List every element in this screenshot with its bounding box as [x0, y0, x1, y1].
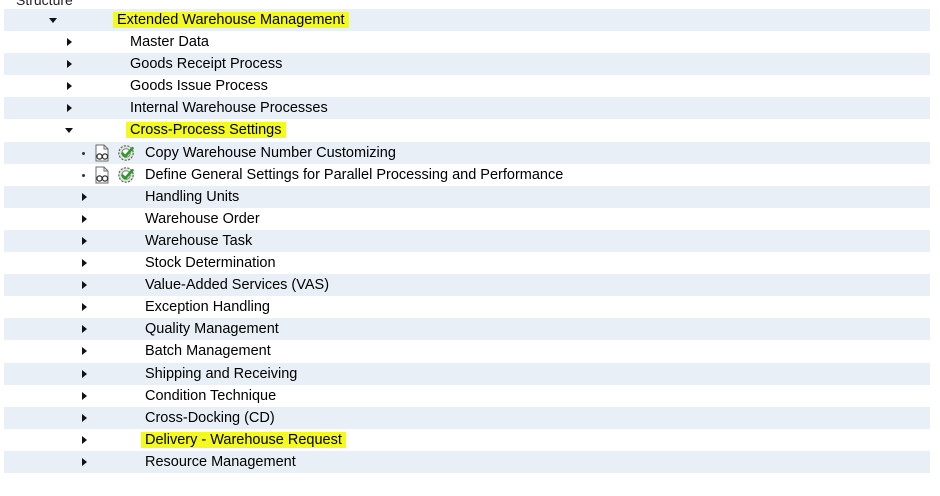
tree-node-copy-warehouse-number-customizing[interactable]: Copy Warehouse Number Customizing: [4, 141, 930, 164]
tree-node-label[interactable]: Handling Units: [145, 186, 239, 208]
label-text: Shipping and Receiving: [145, 365, 298, 382]
tree-node-internal-warehouse-processes[interactable]: Internal Warehouse Processes: [4, 97, 930, 120]
tree-node-label[interactable]: Warehouse Task: [145, 230, 252, 252]
tree-node-cross-docking-cd[interactable]: Cross-Docking (CD): [4, 406, 930, 429]
tree-node-label[interactable]: Delivery - Warehouse Request: [141, 429, 346, 451]
tree-node-label[interactable]: Value-Added Services (VAS): [145, 274, 329, 296]
label-text: Warehouse Task: [145, 232, 253, 249]
tree-node-label[interactable]: Master Data: [130, 31, 209, 53]
label-text: Internal Warehouse Processes: [130, 100, 328, 117]
tree-node-condition-technique[interactable]: Condition Technique: [4, 384, 930, 407]
tree-node-goods-receipt-process[interactable]: Goods Receipt Process: [4, 53, 930, 76]
label-text: Cross-Docking (CD): [145, 409, 275, 426]
label-text: Handling Units: [145, 188, 240, 205]
collapsed-arrow-icon[interactable]: [79, 340, 91, 362]
expanded-arrow-icon[interactable]: [48, 9, 60, 31]
tree-node-label[interactable]: Cross-Process Settings: [126, 119, 286, 141]
tree-node-label[interactable]: Goods Issue Process: [130, 75, 268, 97]
collapsed-arrow-icon[interactable]: [79, 385, 91, 407]
tree-node-exception-handling[interactable]: Exception Handling: [4, 296, 930, 319]
collapsed-arrow-icon[interactable]: [64, 97, 76, 119]
tree-node-value-added-services-vas[interactable]: Value-Added Services (VAS): [4, 274, 930, 297]
collapsed-arrow-icon[interactable]: [79, 230, 91, 252]
collapsed-arrow-icon[interactable]: [79, 296, 91, 318]
tree-node-cross-process-settings[interactable]: Cross-Process Settings: [4, 119, 930, 142]
execute-check-icon[interactable]: [117, 166, 135, 184]
structure-title: Structure: [16, 0, 73, 8]
tree-node-label[interactable]: Shipping and Receiving: [145, 363, 297, 385]
label-text: Master Data: [130, 34, 209, 51]
structure-tree: Extended Warehouse Management Master Data…: [4, 9, 930, 473]
label-text: Batch Management: [145, 343, 271, 360]
label-text: Exception Handling: [145, 299, 270, 316]
tree-node-label[interactable]: Exception Handling: [145, 296, 270, 318]
collapsed-arrow-icon[interactable]: [79, 252, 91, 274]
collapsed-arrow-icon[interactable]: [79, 318, 91, 340]
collapsed-arrow-icon[interactable]: [79, 274, 91, 296]
leaf-bullet-icon: [82, 151, 85, 155]
highlighted-label-text: Delivery - Warehouse Request: [141, 431, 346, 448]
collapsed-arrow-icon[interactable]: [64, 75, 76, 97]
collapsed-arrow-icon[interactable]: [64, 31, 76, 53]
tree-node-master-data[interactable]: Master Data: [4, 31, 930, 54]
tree-node-label[interactable]: Resource Management: [145, 451, 296, 473]
tree-node-label[interactable]: Condition Technique: [145, 385, 276, 407]
collapsed-arrow-icon[interactable]: [79, 186, 91, 208]
tree-node-warehouse-order[interactable]: Warehouse Order: [4, 207, 930, 230]
label-text: Quality Management: [145, 321, 279, 338]
label-text: Value-Added Services (VAS): [145, 277, 330, 294]
collapsed-arrow-icon[interactable]: [79, 208, 91, 230]
collapsed-arrow-icon[interactable]: [79, 363, 91, 385]
tree-node-stock-determination[interactable]: Stock Determination: [4, 252, 930, 275]
label-text: Goods Issue Process: [130, 78, 268, 95]
tree-node-define-general-settings-for-parallel-processing-and-performance[interactable]: Define General Settings for Parallel Pro…: [4, 163, 930, 186]
tree-node-resource-management[interactable]: Resource Management: [4, 450, 930, 473]
collapsed-arrow-icon[interactable]: [79, 429, 91, 451]
collapsed-arrow-icon[interactable]: [64, 53, 76, 75]
leaf-bullet-icon: [82, 173, 85, 177]
tree-node-label[interactable]: Stock Determination: [145, 252, 276, 274]
collapsed-arrow-icon[interactable]: [79, 407, 91, 429]
tree-node-shipping-and-receiving[interactable]: Shipping and Receiving: [4, 362, 930, 385]
tree-node-label[interactable]: Define General Settings for Parallel Pro…: [145, 164, 563, 186]
tree-node-label[interactable]: Quality Management: [145, 318, 279, 340]
tree-node-quality-management[interactable]: Quality Management: [4, 318, 930, 341]
tree-node-label[interactable]: Internal Warehouse Processes: [130, 97, 328, 119]
collapsed-arrow-icon[interactable]: [79, 451, 91, 473]
tree-node-extended-warehouse-management[interactable]: Extended Warehouse Management: [4, 9, 930, 32]
tree-node-label[interactable]: Batch Management: [145, 340, 271, 362]
label-text: Warehouse Order: [145, 210, 260, 227]
tree-node-goods-issue-process[interactable]: Goods Issue Process: [4, 75, 930, 98]
tree-node-label[interactable]: Warehouse Order: [145, 208, 260, 230]
tree-node-handling-units[interactable]: Handling Units: [4, 185, 930, 208]
tree-node-batch-management[interactable]: Batch Management: [4, 340, 930, 363]
tree-node-label[interactable]: Copy Warehouse Number Customizing: [145, 142, 396, 164]
label-text: Stock Determination: [145, 255, 276, 272]
label-text: Define General Settings for Parallel Pro…: [145, 166, 564, 183]
execute-check-icon[interactable]: [117, 144, 135, 162]
tree-node-label[interactable]: Goods Receipt Process: [130, 53, 282, 75]
tree-node-delivery-warehouse-request[interactable]: Delivery - Warehouse Request: [4, 428, 930, 451]
tree-node-label[interactable]: Cross-Docking (CD): [145, 407, 275, 429]
documentation-glasses-icon[interactable]: [93, 144, 111, 162]
expanded-arrow-icon[interactable]: [64, 119, 76, 141]
customizing-tree-window: Structure Extended Warehouse Management M…: [4, 0, 934, 485]
label-text: Resource Management: [145, 453, 296, 470]
label-text: Condition Technique: [145, 387, 277, 404]
label-text: Copy Warehouse Number Customizing: [145, 144, 396, 161]
tree-node-warehouse-task[interactable]: Warehouse Task: [4, 229, 930, 253]
tree-node-label[interactable]: Extended Warehouse Management: [113, 9, 349, 31]
label-text: Goods Receipt Process: [130, 56, 283, 73]
documentation-glasses-icon[interactable]: [93, 166, 111, 184]
highlighted-label-text: Extended Warehouse Management: [113, 12, 349, 28]
highlighted-label-text: Cross-Process Settings: [126, 122, 286, 139]
